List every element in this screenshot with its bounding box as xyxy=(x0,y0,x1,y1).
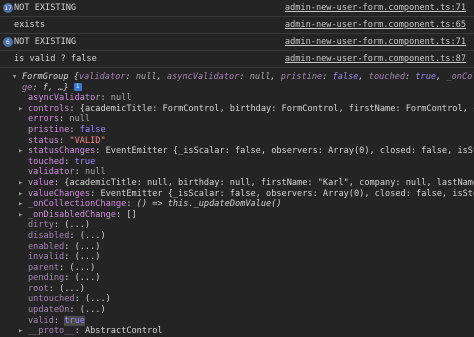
expand-triangle-icon[interactable]: ▸ xyxy=(18,189,28,200)
getter-line[interactable]: root: (...) xyxy=(0,284,474,295)
expand-triangle-icon[interactable]: ▸ xyxy=(18,326,28,337)
getter-line[interactable]: dirty: (...) xyxy=(0,220,474,231)
property-line[interactable]: ▸ controls: {academicTitle: FormControl, … xyxy=(0,104,474,115)
proto-line[interactable]: ▸ __proto__: AbstractControl xyxy=(0,326,474,337)
source-link[interactable]: admin-new-user-form.component.ts:87 xyxy=(285,51,466,67)
getter-line[interactable]: disabled: (...) xyxy=(0,231,474,242)
property-line[interactable]: ▸ value: {academicTitle: null, birthday: … xyxy=(0,178,474,189)
source-link[interactable]: admin-new-user-form.component.ts:71 xyxy=(285,0,466,16)
expand-triangle-icon[interactable]: ▸ xyxy=(18,146,28,157)
info-icon[interactable]: i xyxy=(73,83,82,92)
getter-line[interactable]: invalid: (...) xyxy=(0,252,474,263)
property-line: pristine: false xyxy=(28,124,106,135)
getter-line[interactable]: pending: (...) xyxy=(0,273,474,284)
getter-line[interactable]: valid: true xyxy=(0,315,474,327)
log-message: NOT EXISTING xyxy=(14,37,77,47)
object-header-line-2: ge: f, …} i xyxy=(0,83,474,94)
object-header-line[interactable]: ▾ FormGroup {validator: null, asyncValida… xyxy=(0,72,474,83)
property-line: errors: null xyxy=(28,114,91,125)
console-log-list: 17 NOT EXISTING admin-new-user-form.comp… xyxy=(0,0,474,68)
property-line: touched: true xyxy=(28,156,96,167)
form-group-object-tree: ▾ FormGroup {validator: null, asyncValida… xyxy=(0,68,474,337)
log-message: NOT EXISTING xyxy=(14,3,77,13)
property-line: validator: null xyxy=(28,167,106,178)
log-row: is valid ? false admin-new-user-form.com… xyxy=(0,51,474,68)
expand-triangle-icon[interactable]: ▸ xyxy=(18,104,28,115)
repeat-count-badge: 6 xyxy=(3,37,13,47)
property-line[interactable]: ▸ valueChanges: EventEmitter {_isScalar: … xyxy=(0,189,474,200)
getter-line[interactable]: untouched: (...) xyxy=(0,294,474,305)
highlighted-value: true xyxy=(64,315,85,326)
getter-line[interactable]: updateOn: (...) xyxy=(0,305,474,316)
log-message: exists xyxy=(14,20,46,30)
log-row: 6 NOT EXISTING admin-new-user-form.compo… xyxy=(0,34,474,51)
getter-line[interactable]: parent: (...) xyxy=(0,263,474,274)
property-line: asyncValidator: null xyxy=(28,93,132,104)
repeat-count-badge: 17 xyxy=(3,3,13,13)
property-line: status: "VALID" xyxy=(28,135,106,146)
property-line[interactable]: ▸ _onDisabledChange: [] xyxy=(0,210,474,221)
expand-triangle-icon[interactable]: ▸ xyxy=(18,178,28,189)
log-row: exists admin-new-user-form.component.ts:… xyxy=(0,17,474,34)
property-line[interactable]: ▸ statusChanges: EventEmitter {_isScalar:… xyxy=(0,146,474,157)
collapse-triangle-icon[interactable]: ▾ xyxy=(12,72,22,83)
source-link[interactable]: admin-new-user-form.component.ts:65 xyxy=(285,17,466,33)
source-link[interactable]: admin-new-user-form.component.ts:71 xyxy=(285,34,466,50)
log-row: 17 NOT EXISTING admin-new-user-form.comp… xyxy=(0,0,474,17)
getter-line[interactable]: enabled: (...) xyxy=(0,242,474,253)
expand-triangle-icon[interactable]: ▸ xyxy=(18,210,28,221)
log-message: is valid ? false xyxy=(14,54,97,64)
expand-triangle-icon[interactable]: ▸ xyxy=(18,199,28,210)
property-line[interactable]: ▸ _onCollectionChange: () => this._update… xyxy=(0,199,474,210)
